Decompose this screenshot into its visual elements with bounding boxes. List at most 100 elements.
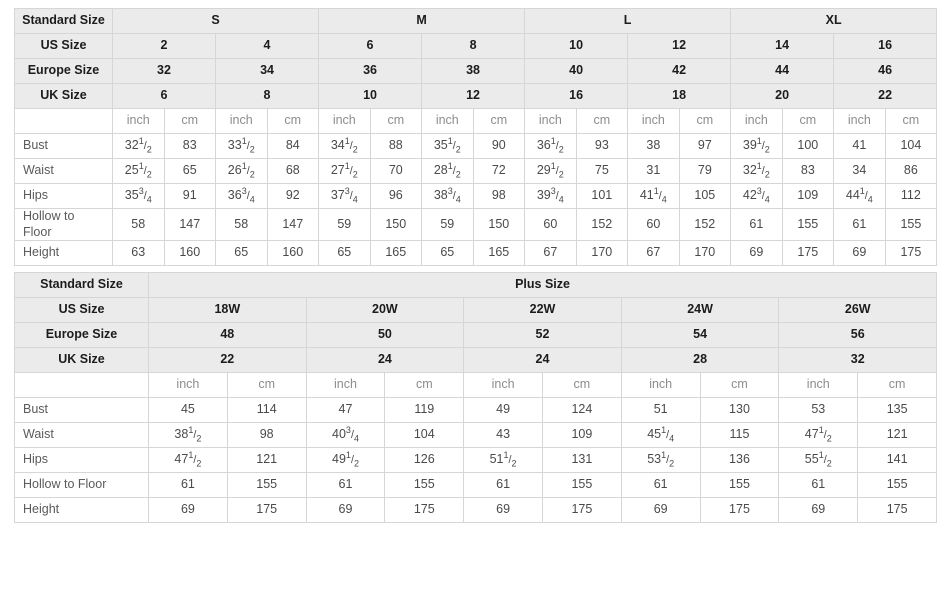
measurement-value: 351/2 bbox=[421, 133, 474, 159]
plus-measurement-value: 61 bbox=[463, 472, 543, 499]
plus-measurement-value: 155 bbox=[699, 472, 780, 499]
plus-uk-size-value: 32 bbox=[778, 347, 938, 374]
uk-size-label: UK Size bbox=[14, 83, 113, 109]
plus-measurement-value: 124 bbox=[541, 397, 622, 424]
plus-measurement-value: 69 bbox=[463, 497, 543, 524]
measurement-value: 70 bbox=[369, 158, 423, 184]
plus-us-size-value: 26W bbox=[778, 297, 938, 324]
plus-unit-header-cm: cm bbox=[384, 372, 465, 399]
plus-measurement-value: 131 bbox=[541, 447, 622, 474]
plus-measurement-value: 69 bbox=[148, 497, 228, 524]
plus-measurement-value: 69 bbox=[305, 497, 386, 524]
plus-measurement-value: 403/4 bbox=[305, 422, 386, 449]
measurement-value: 150 bbox=[472, 207, 526, 242]
plus-measurement-value: 381/2 bbox=[148, 422, 228, 449]
plus-uk-size-value: 28 bbox=[620, 347, 780, 374]
plus-measurement-value: 175 bbox=[226, 497, 307, 524]
plus-europe-size-row: Europe Size 48 50 52 54 56 bbox=[14, 322, 938, 349]
measurement-value: 68 bbox=[266, 158, 320, 184]
uk-size-value: 6 bbox=[112, 83, 216, 109]
measurement-value: 69 bbox=[730, 240, 783, 267]
plus-measurement-row-height: Height 69 175 69 175 69 175 69 175 69 175 bbox=[14, 497, 938, 524]
europe-size-row: Europe Size 32 34 36 38 40 42 44 46 bbox=[14, 58, 938, 84]
plus-measurement-value: 141 bbox=[857, 447, 938, 474]
measurement-value: 175 bbox=[781, 240, 835, 267]
measurement-value: 363/4 bbox=[215, 183, 268, 209]
plus-measurement-value: 135 bbox=[857, 397, 938, 424]
measurement-value: 59 bbox=[318, 207, 371, 242]
plus-measurement-value: 451/4 bbox=[620, 422, 701, 449]
measurement-value: 90 bbox=[472, 133, 526, 159]
plus-measurement-value: 49 bbox=[463, 397, 543, 424]
unit-header-cm: cm bbox=[678, 108, 732, 134]
measurement-row-hips: Hips 353/4 91 363/4 92 373/4 96 383/4 98 393/4 101… bbox=[14, 183, 938, 209]
unit-header-inch: inch bbox=[833, 108, 886, 134]
plus-europe-size-value: 56 bbox=[778, 322, 938, 349]
europe-size-value: 36 bbox=[318, 58, 423, 84]
europe-size-label: Europe Size bbox=[14, 58, 113, 84]
plus-measurement-value: 136 bbox=[699, 447, 780, 474]
plus-measurement-value: 98 bbox=[226, 422, 307, 449]
plus-unit-header-cm: cm bbox=[857, 372, 938, 399]
measurement-value: 391/2 bbox=[730, 133, 783, 159]
measurement-value: 34 bbox=[833, 158, 886, 184]
measurement-value: 84 bbox=[266, 133, 320, 159]
measurement-value: 72 bbox=[472, 158, 526, 184]
plus-measurement-value: 471/2 bbox=[778, 422, 859, 449]
uk-size-value: 12 bbox=[421, 83, 526, 109]
plus-measurement-value: 531/2 bbox=[620, 447, 701, 474]
plus-measurement-value: 155 bbox=[226, 472, 307, 499]
plus-measurement-value: 126 bbox=[384, 447, 465, 474]
plus-measurement-value: 51 bbox=[620, 397, 701, 424]
us-size-value: 14 bbox=[730, 33, 835, 59]
measurement-value: 83 bbox=[781, 158, 835, 184]
plus-measurement-value: 175 bbox=[857, 497, 938, 524]
us-size-label: US Size bbox=[14, 33, 113, 59]
measurement-value: 65 bbox=[163, 158, 216, 184]
measurement-value: 383/4 bbox=[421, 183, 474, 209]
plus-europe-size-value: 48 bbox=[148, 322, 307, 349]
plus-measurement-value: 175 bbox=[541, 497, 622, 524]
plus-unit-header-cm: cm bbox=[699, 372, 780, 399]
plus-us-size-value: 22W bbox=[463, 297, 622, 324]
plus-measurement-value: 61 bbox=[778, 472, 859, 499]
plus-measurement-value: 69 bbox=[778, 497, 859, 524]
plus-measurement-value: 61 bbox=[305, 472, 386, 499]
plus-unit-header-cm: cm bbox=[541, 372, 622, 399]
plus-measurement-value: 130 bbox=[699, 397, 780, 424]
plus-measurement-value: 104 bbox=[384, 422, 465, 449]
measurement-value: 58 bbox=[112, 207, 165, 242]
measurement-value: 65 bbox=[215, 240, 268, 267]
us-size-value: 2 bbox=[112, 33, 216, 59]
measurement-value: 170 bbox=[678, 240, 732, 267]
plus-uk-size-value: 24 bbox=[463, 347, 622, 374]
plus-measurement-value: 155 bbox=[541, 472, 622, 499]
uk-size-value: 16 bbox=[524, 83, 629, 109]
plus-us-size-row: US Size 18W 20W 22W 24W 26W bbox=[14, 297, 938, 324]
plus-unit-row-blank bbox=[14, 372, 149, 399]
measurement-value: 86 bbox=[884, 158, 938, 184]
plus-measurement-value: 109 bbox=[541, 422, 622, 449]
europe-size-value: 32 bbox=[112, 58, 216, 84]
measurement-value: 105 bbox=[678, 183, 732, 209]
plus-measurement-value: 121 bbox=[226, 447, 307, 474]
unit-header-inch: inch bbox=[524, 108, 577, 134]
measurement-value: 261/2 bbox=[215, 158, 268, 184]
europe-size-value: 46 bbox=[833, 58, 938, 84]
plus-europe-size-value: 50 bbox=[305, 322, 465, 349]
uk-size-value: 20 bbox=[730, 83, 835, 109]
measurement-value: 160 bbox=[163, 240, 216, 267]
measurement-row-hollow-to-floor: Hollow to Floor 58 147 58 147 59 150 59 150 60 152 6… bbox=[14, 207, 938, 242]
plus-unit-header-inch: inch bbox=[620, 372, 701, 399]
plus-unit-header-inch: inch bbox=[148, 372, 228, 399]
measurement-value: 88 bbox=[369, 133, 423, 159]
measurement-row-waist: Waist 251/2 65 261/2 68 271/2 70 281/2 72 291/2 75… bbox=[14, 158, 938, 184]
unit-header-cm: cm bbox=[369, 108, 423, 134]
size-group-s: S bbox=[111, 8, 320, 34]
plus-unit-row: inch cm inch cm inch cm inch cm inch cm bbox=[14, 372, 938, 399]
europe-size-value: 42 bbox=[627, 58, 732, 84]
measurement-value: 170 bbox=[575, 240, 629, 267]
plus-measurement-value: 119 bbox=[384, 397, 465, 424]
measurement-value: 60 bbox=[524, 207, 577, 242]
plus-measurement-value: 47 bbox=[305, 397, 386, 424]
